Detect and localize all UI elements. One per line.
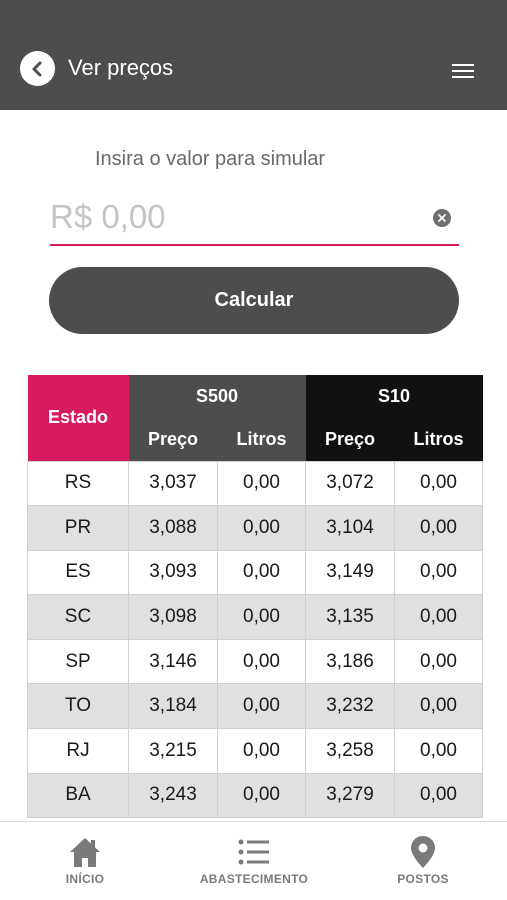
nav-label-inicio: INÍCIO: [65, 872, 105, 886]
s10-preco-cell: 3,149: [305, 549, 396, 596]
s10-preco-cell: 3,258: [305, 728, 396, 774]
s10-preco-header: Preço: [305, 418, 395, 461]
nav-item-inicio[interactable]: INÍCIO: [55, 822, 115, 900]
chevron-left-icon: [32, 61, 41, 76]
price-table: Estado S500 S10 Preço Litros Preço Litro…: [27, 375, 484, 819]
s10-litros-cell: 0,00: [394, 638, 484, 685]
page-title: Ver preços: [68, 55, 174, 80]
calculate-button[interactable]: Calcular: [49, 267, 459, 334]
s10-preco-cell: 3,279: [305, 772, 396, 819]
nav-label-abastecimento: ABASTECIMENTO: [199, 872, 309, 886]
s500-litros-cell: 0,00: [216, 549, 307, 596]
s10-preco-cell: 3,186: [305, 638, 396, 685]
s500-preco-cell: 3,093: [128, 549, 218, 596]
s10-preco-cell: 3,104: [305, 505, 396, 551]
estado-header: Estado: [27, 375, 129, 461]
map-pin-icon: [410, 834, 436, 870]
home-icon: [68, 834, 102, 870]
clear-button[interactable]: [433, 209, 451, 227]
s500-preco-cell: 3,215: [128, 728, 218, 774]
back-button[interactable]: [20, 51, 55, 86]
s10-header: S10: [305, 375, 483, 418]
s500-preco-header: Preço: [128, 418, 218, 461]
table-row: TO 3,184 0,00 3,232 0,00: [27, 683, 484, 730]
top-app-bar: Ver preços: [0, 0, 507, 110]
s10-litros-cell: 0,00: [394, 505, 484, 551]
estado-cell: RS: [27, 460, 129, 507]
simulate-prompt: Insira o valor para simular: [95, 148, 326, 170]
s10-litros-cell: 0,00: [394, 772, 484, 819]
s500-preco-cell: 3,243: [128, 772, 218, 819]
nav-item-postos[interactable]: POSTOS: [388, 822, 458, 900]
s10-preco-cell: 3,135: [305, 594, 396, 640]
s10-preco-cell: 3,072: [305, 460, 396, 507]
s10-preco-cell: 3,232: [305, 683, 396, 730]
menu-button[interactable]: [449, 60, 477, 82]
s10-litros-cell: 0,00: [394, 728, 484, 774]
estado-cell: SC: [27, 594, 129, 640]
s10-litros-cell: 0,00: [394, 683, 484, 730]
estado-cell: ES: [27, 549, 129, 596]
bottom-nav: INÍCIO ABASTECIMENTO POSTOS: [0, 821, 507, 900]
table-row: ES 3,093 0,00 3,149 0,00: [27, 549, 484, 596]
s10-litros-header: Litros: [394, 418, 483, 461]
s500-litros-header: Litros: [217, 418, 306, 461]
amount-field: [50, 194, 459, 246]
s500-preco-cell: 3,184: [128, 683, 218, 730]
estado-cell: TO: [27, 683, 129, 730]
table-row: SC 3,098 0,00 3,135 0,00: [27, 594, 484, 640]
nav-item-abastecimento[interactable]: ABASTECIMENTO: [190, 822, 318, 900]
s500-preco-cell: 3,037: [128, 460, 218, 507]
clear-icon: [438, 214, 446, 222]
s10-litros-cell: 0,00: [394, 460, 484, 507]
table-row: PR 3,088 0,00 3,104 0,00: [27, 505, 484, 551]
s500-litros-cell: 0,00: [216, 460, 307, 507]
list-icon: [237, 834, 271, 870]
estado-cell: PR: [27, 505, 129, 551]
estado-cell: SP: [27, 638, 129, 685]
s10-litros-cell: 0,00: [394, 594, 484, 640]
amount-input[interactable]: [50, 194, 420, 240]
table-row: SP 3,146 0,00 3,186 0,00: [27, 638, 484, 685]
s500-preco-cell: 3,146: [128, 638, 218, 685]
s500-preco-cell: 3,098: [128, 594, 218, 640]
table-row: RJ 3,215 0,00 3,258 0,00: [27, 728, 484, 774]
s500-litros-cell: 0,00: [216, 683, 307, 730]
table-row: RS 3,037 0,00 3,072 0,00: [27, 460, 484, 507]
s500-preco-cell: 3,088: [128, 505, 218, 551]
s500-litros-cell: 0,00: [216, 594, 307, 640]
s500-litros-cell: 0,00: [216, 772, 307, 819]
s10-litros-cell: 0,00: [394, 549, 484, 596]
hamburger-menu-icon: [452, 64, 474, 78]
table-row: BA 3,243 0,00 3,279 0,00: [27, 772, 484, 819]
estado-cell: RJ: [27, 728, 129, 774]
s500-litros-cell: 0,00: [216, 505, 307, 551]
s500-header: S500: [128, 375, 306, 418]
s500-litros-cell: 0,00: [216, 638, 307, 685]
estado-cell: BA: [27, 772, 129, 819]
nav-label-postos: POSTOS: [397, 872, 449, 886]
s500-litros-cell: 0,00: [216, 728, 307, 774]
